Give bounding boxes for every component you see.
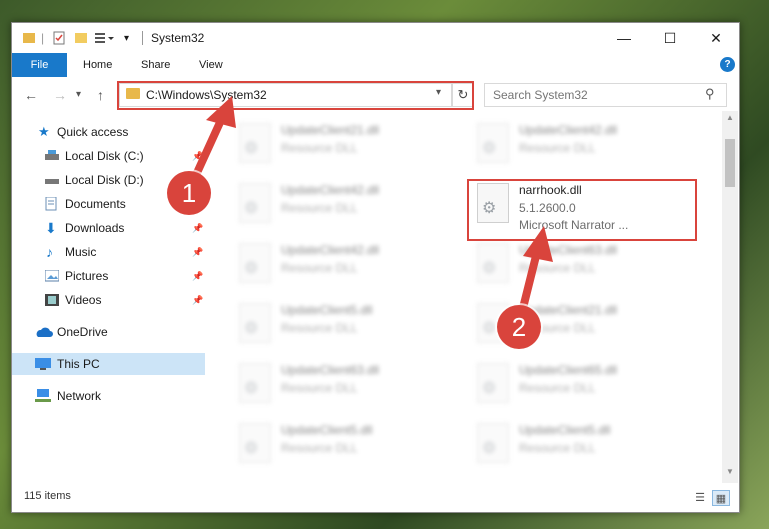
step-badge-1: 1 xyxy=(167,171,211,215)
arrow-to-file xyxy=(518,226,553,316)
arrow-to-address-bar xyxy=(192,96,236,179)
annotation-arrows xyxy=(192,96,553,316)
step-badge-2: 2 xyxy=(497,305,541,349)
